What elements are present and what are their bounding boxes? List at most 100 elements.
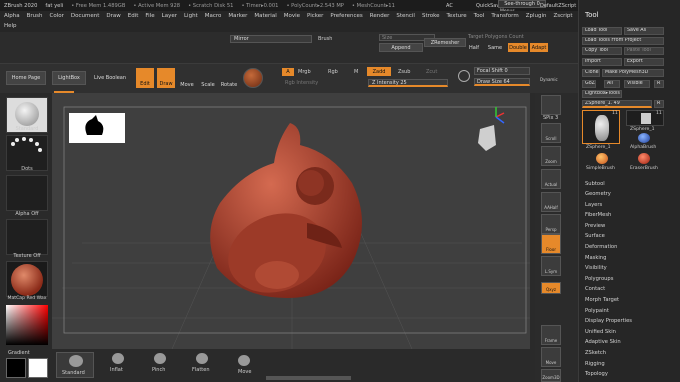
menu-file[interactable]: File [145, 13, 154, 19]
append-button[interactable]: Append [379, 43, 423, 52]
menu-zscript[interactable]: Zscript [553, 13, 572, 19]
subpalette-unified-skin[interactable]: Unified Skin [585, 329, 616, 335]
see-through-slider[interactable]: See-through 0 [498, 0, 546, 8]
mirror-button[interactable]: Mirror [230, 35, 312, 43]
menu-stencil[interactable]: Stencil [396, 13, 415, 19]
move-brush-icon[interactable] [238, 355, 250, 366]
double-button[interactable]: Double [508, 43, 528, 52]
mrgb-toggle[interactable]: Mrgb [298, 69, 311, 75]
menu-document[interactable]: Document [71, 13, 100, 19]
floor-button[interactable]: Floor [541, 234, 561, 254]
rgb-toggle[interactable]: Rgb [328, 69, 338, 75]
save-as-button[interactable]: Save As [624, 27, 664, 35]
zsub-toggle[interactable]: Zsub [398, 69, 410, 75]
menu-macro[interactable]: Macro [205, 13, 222, 19]
menu-brush[interactable]: Brush [27, 13, 43, 19]
subpalette-topology[interactable]: Topology [585, 371, 608, 377]
shelf-scrollbar[interactable] [266, 376, 351, 380]
subpalette-zsketch[interactable]: ZSketch [585, 350, 606, 356]
subpalette-display-properties[interactable]: Display Properties [585, 318, 632, 324]
load-tools-from-project-button[interactable]: Load Tools From Project [582, 37, 664, 45]
menu-layer[interactable]: Layer [162, 13, 177, 19]
menu-preferences[interactable]: Preferences [330, 13, 362, 19]
draw-button[interactable]: Draw [157, 68, 175, 88]
subpalette-contact[interactable]: Contact [585, 286, 605, 292]
zadd-button[interactable]: Zadd [367, 67, 391, 76]
menu-render[interactable]: Render [370, 13, 390, 19]
r2-button[interactable]: R [654, 100, 664, 108]
home-page-button[interactable]: Home Page [6, 71, 46, 85]
secondary-color-swatch[interactable] [28, 358, 48, 378]
z-intensity-slider[interactable]: Z Intensity 25 [368, 79, 448, 87]
goz-button[interactable]: GoZ [582, 80, 596, 88]
load-tool-button[interactable]: Load Tool [582, 27, 622, 35]
menu-movie[interactable]: Movie [284, 13, 300, 19]
subpalette-preview[interactable]: Preview [585, 223, 605, 229]
move-view-button[interactable]: Move [541, 347, 561, 367]
menu-light[interactable]: Light [184, 13, 198, 19]
persp-button[interactable]: Persp [541, 214, 561, 234]
menu-texture[interactable]: Texture [447, 13, 467, 19]
inflat-brush-icon[interactable] [112, 353, 124, 364]
subpalette-subtool[interactable]: Subtool [585, 181, 605, 187]
scroll-button[interactable]: Scroll [541, 123, 561, 143]
local-symmetry-button[interactable]: L.Sym [541, 256, 561, 276]
draw-size-slider[interactable]: Draw Size 64 [474, 78, 530, 86]
zremesher-button[interactable]: ZRemesher [424, 38, 466, 47]
menu-help[interactable]: Help [4, 23, 17, 29]
subpalette-masking[interactable]: Masking [585, 255, 606, 261]
paste-tool-button[interactable]: Paste Tool [624, 47, 664, 55]
live-boolean-button[interactable]: Live Boolean [90, 71, 130, 85]
subpalette-layers[interactable]: Layers [585, 202, 602, 208]
rgb-intensity-slider[interactable]: Rgb Intensity [285, 80, 318, 86]
visible-button[interactable]: Visible [624, 80, 650, 88]
aahalf-button[interactable]: AAHalf [541, 192, 561, 212]
texture-thumb[interactable] [6, 219, 48, 255]
subpalette-rigging[interactable]: Rigging [585, 361, 605, 367]
menu-zplugin[interactable]: Zplugin [526, 13, 547, 19]
bpr-button[interactable] [541, 95, 561, 115]
frame-button[interactable]: Frame [541, 325, 561, 345]
menu-color[interactable]: Color [50, 13, 64, 19]
scale-button[interactable]: Scale [199, 68, 217, 88]
alphabrush-icon[interactable] [638, 133, 650, 143]
rotate-button[interactable]: Rotate [220, 68, 238, 88]
edit-button[interactable]: Edit [136, 68, 154, 88]
subpalette-deformation[interactable]: Deformation [585, 244, 617, 250]
menu-material[interactable]: Material [254, 13, 276, 19]
menu-stroke[interactable]: Stroke [422, 13, 440, 19]
lightbox-tools-button[interactable]: Lightbox▸Tools [582, 90, 622, 98]
m-toggle[interactable]: M [354, 69, 358, 75]
menu-tool[interactable]: Tool [474, 13, 485, 19]
flatten-brush-icon[interactable] [196, 353, 208, 364]
subpalette-adaptive-skin[interactable]: Adaptive Skin [585, 339, 621, 345]
half-button[interactable]: Half [466, 43, 482, 52]
zoom3d-button[interactable]: Zoom3D [541, 369, 561, 382]
zoom-button[interactable]: Zoom [541, 146, 561, 166]
subpalette-fibermesh[interactable]: FiberMesh [585, 212, 611, 218]
move-button[interactable]: Move [178, 68, 196, 88]
dynamic-size-icon[interactable] [458, 70, 470, 82]
qxyz-button[interactable]: Qxyz [541, 282, 561, 294]
same-button[interactable]: Same [486, 43, 504, 52]
material-sphere-icon[interactable] [243, 68, 263, 88]
import-button[interactable]: Import [582, 58, 622, 66]
lightbox-button[interactable]: LightBox [52, 71, 86, 85]
primary-color-swatch[interactable] [6, 358, 26, 378]
zcut-toggle[interactable]: Zcut [426, 69, 437, 75]
subpalette-geometry[interactable]: Geometry [585, 191, 611, 197]
actual-button[interactable]: Actual [541, 169, 561, 189]
dynamic-toggle[interactable]: Dynamic [540, 77, 558, 82]
subpalette-morph-target[interactable]: Morph Target [585, 297, 619, 303]
material-thumb[interactable] [6, 261, 48, 297]
menu-transform[interactable]: Transform [491, 13, 518, 19]
export-button[interactable]: Export [624, 58, 664, 66]
color-picker[interactable] [6, 305, 48, 345]
menu-picker[interactable]: Picker [307, 13, 323, 19]
adapt-button[interactable]: Adapt [530, 43, 548, 52]
focal-shift-slider[interactable]: Focal Shift 0 [474, 67, 530, 75]
simplebrush-icon[interactable] [596, 153, 608, 164]
subpalette-surface[interactable]: Surface [585, 233, 605, 239]
make-polymesh-button[interactable]: Make PolyMesh3D [602, 69, 664, 77]
r-button[interactable]: R [654, 80, 664, 88]
